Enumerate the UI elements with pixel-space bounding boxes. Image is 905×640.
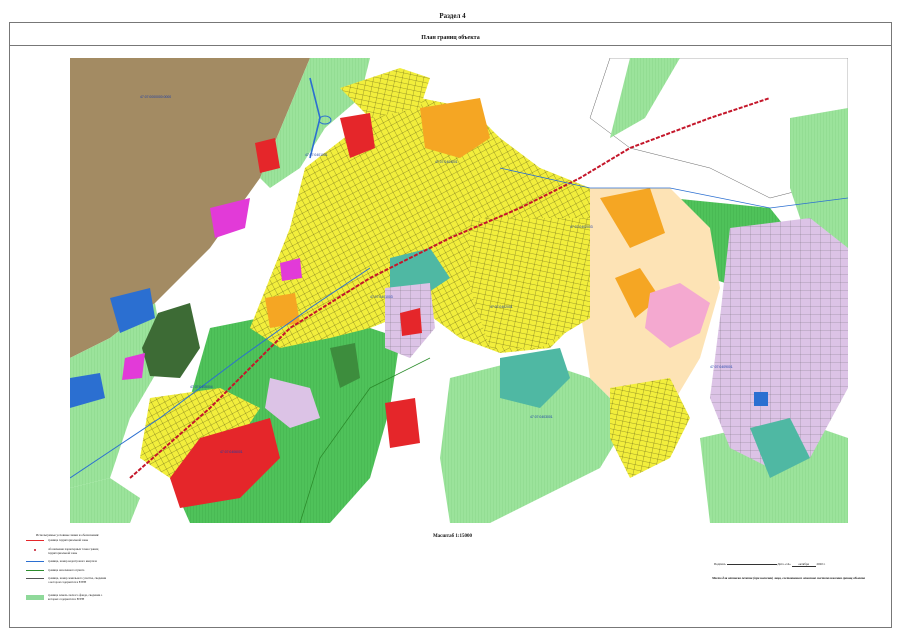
parcel-label: 47:07:0402003	[570, 225, 593, 229]
parcel-label: 47:07:0401003	[370, 295, 393, 299]
parcel-label: 47:07:0000000:0000	[140, 95, 171, 99]
orange-zone-west	[265, 293, 300, 328]
parcel-label: 47:07:0405004	[190, 385, 213, 389]
legend-sample	[34, 549, 36, 551]
legend-sample	[26, 595, 44, 600]
date-prefix: Дата «	[777, 562, 787, 566]
legend-sample	[26, 570, 44, 574]
section-title: Раздел 4	[439, 12, 466, 20]
parcel-label: 47:07:0406001	[220, 450, 243, 454]
title-row: План границ объекта	[9, 28, 892, 46]
legend-item: граница, номер кадастрового квартала	[20, 559, 200, 568]
map-legend: Используемые условные знаки и обозначени…	[20, 533, 200, 614]
parcel-label: 47:07:0409001	[710, 365, 733, 369]
red-zone-center	[400, 308, 422, 336]
legend-label: граница земель лесного фонда, сведения о…	[48, 593, 103, 601]
plan-title: План границ объекта	[421, 35, 480, 41]
red-zone-south	[385, 398, 420, 448]
legend-sample	[26, 578, 44, 582]
signature-prefix: Подпись	[714, 562, 726, 566]
date-suffix: г.	[823, 562, 826, 566]
legend-item: обозначение характерных точек границ тер…	[20, 547, 200, 556]
legend-item: граница земель лесного фонда, сведения о…	[20, 593, 200, 602]
signature-field[interactable]	[726, 564, 777, 565]
date-month: октября	[791, 562, 816, 567]
legend-label: граница, номер земельного участка, сведе…	[48, 576, 107, 584]
legend-item: граница населенного пункта	[20, 568, 200, 577]
signature-line: Подпись Дата «14» октября 2020 г.	[714, 562, 826, 567]
parcel-label: 47:07:0403001	[530, 415, 553, 419]
boundary-map[interactable]: 47:07:0000000:0000 47:07:0401001 47:07:040…	[70, 58, 848, 523]
legend-sample	[26, 540, 44, 544]
parcel-label: 47:07:0404001	[435, 160, 458, 164]
blue-block-east	[754, 392, 768, 406]
date-year: 2020	[816, 562, 823, 566]
parcel-label: 47:07:0402001	[490, 305, 513, 309]
legend-label: граница территориальной зоны	[48, 538, 89, 542]
legend-label: граница населенного пункта	[48, 568, 85, 572]
legend-item: граница, номер земельного участка, сведе…	[20, 576, 200, 585]
stamp-note: Место для оттиска печати (при наличии) л…	[712, 576, 866, 580]
legend-sample	[26, 561, 44, 565]
residential-zone-center-east	[470, 218, 590, 348]
map-canvas[interactable]: 47:07:0000000:0000 47:07:0401001 47:07:040…	[70, 58, 848, 523]
parcel-label: 47:07:0401001	[305, 153, 328, 157]
legend-item: граница территориальной зоны	[20, 538, 200, 547]
legend-label: обозначение характерных точек границ тер…	[48, 547, 99, 555]
legend-label: граница, номер кадастрового квартала	[48, 559, 97, 563]
